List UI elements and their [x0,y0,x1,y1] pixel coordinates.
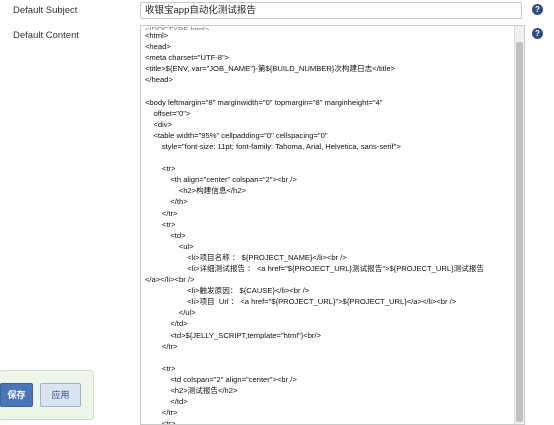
content-line: <li>触发原因： ${CAUSE}</li><br /> [145,286,310,296]
help-icon-content[interactable]: ? [532,28,543,39]
content-line: <body leftmargin="8" marginwidth="0" top… [145,97,383,107]
content-line: <h2>构建信息</h2> [145,186,246,196]
content-scroll-thumb[interactable] [516,42,523,422]
content-line: <td>${JELLY_SCRIPT,template="html"}<br/> [145,330,321,340]
content-line: </tr> [145,208,178,218]
content-scrollbar[interactable] [514,26,524,424]
content-line: </a></li><br /> [145,275,195,285]
content-line: <td> [145,230,186,240]
content-line: <th align="center" colspan="2"><br /> [145,175,297,185]
content-line: <tr> [145,164,176,174]
content-line: <html> [145,31,169,40]
content-line: <ul> [145,241,194,251]
content-line: <table width="95%" cellpadding="0" cells… [145,130,328,140]
default-subject-label: Default Subject [13,5,78,16]
content-line: <li>项目名称 ： ${PROJECT_NAME}</li><br /> [145,252,347,262]
content-code: <!DOCTYPE html> <html> <head> <meta chars… [141,25,524,425]
content-line: </td> [145,319,188,329]
default-content-label: Default Content [13,30,80,41]
content-line: </ul> [145,308,196,318]
content-line: <meta charset="UTF-8"> [145,53,230,63]
content-line: <h2>测试报告</h2> [145,386,238,395]
content-line: </td> [145,397,188,407]
content-line: offset="0"> [145,108,191,118]
content-line: style="font-size: 11pt; font-family: Tah… [145,141,401,151]
content-line: <head> [145,42,171,52]
default-content-textarea[interactable]: <!DOCTYPE html> <html> <head> <meta chars… [140,25,525,425]
content-line: </th> [145,197,188,207]
content-line: <li>项目 Url ： <a href="${PROJECT_URL}">${… [145,297,457,307]
content-line: <li>详细测试报告 ： <a href="${PROJECT_URL}测试报告… [145,263,484,273]
content-line: </tr> [145,341,178,351]
default-subject-input[interactable]: 收银宝app自动化测试报告 [140,2,522,19]
content-line: <tr> [145,419,176,425]
content-line: </tr> [145,408,178,418]
apply-button[interactable]: 应用 [40,383,81,407]
help-icon-subject[interactable]: ? [532,4,543,15]
content-line-cut: <!DOCTYPE html> [145,25,210,30]
content-line: <td colspan="2" align="center"><br /> [145,374,297,384]
save-button[interactable]: 保存 [0,383,33,407]
content-line: </head> [145,75,173,85]
content-line: <tr> [145,219,176,229]
content-line: <div> [145,119,173,129]
content-line: <tr> [145,363,176,373]
content-line: <title>${ENV, var="JOB_NAME"}-第${BUILD_N… [145,64,396,74]
